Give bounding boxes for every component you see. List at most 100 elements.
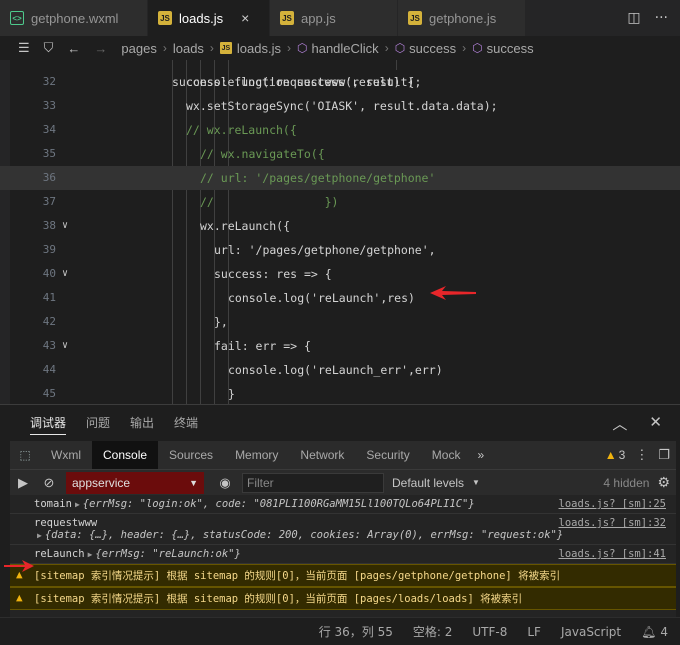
- console-warning-row[interactable]: ▲ [sitemap 索引情况提示] 根据 sitemap 的规则[0]，当前页…: [10, 564, 676, 587]
- more-tabs-icon[interactable]: »: [471, 448, 490, 462]
- tab-getphone-wxml[interactable]: <> getphone.wxml: [0, 0, 148, 36]
- code-line[interactable]: 44 console.log('reLaunch_err',err): [0, 358, 680, 382]
- code-line[interactable]: 36 // url: '/pages/getphone/getphone': [0, 166, 680, 190]
- warning-icon: ▲: [16, 591, 23, 604]
- tab-output[interactable]: 输出: [130, 405, 154, 441]
- code-line[interactable]: 41 console.log('reLaunch',res): [0, 286, 680, 310]
- code-line[interactable]: 32 console.log('requestwww', result);: [0, 70, 680, 94]
- code-line[interactable]: 43 ∨ fail: err => {: [0, 334, 680, 358]
- tab-app-js[interactable]: JS app.js: [270, 0, 398, 36]
- bookmark-icon[interactable]: ⛉: [44, 40, 54, 56]
- warning-icon: ▲: [604, 448, 617, 462]
- tab-network[interactable]: Network: [289, 441, 355, 469]
- back-arrow-icon[interactable]: ←: [67, 41, 80, 56]
- context-select[interactable]: appservice ▼: [66, 471, 204, 494]
- tab-label: getphone.wxml: [31, 10, 119, 26]
- line-number: 32: [42, 75, 56, 88]
- tab-label: loads.js: [179, 10, 224, 26]
- breadcrumb-item[interactable]: pages: [121, 41, 156, 56]
- line-number: 45: [42, 387, 56, 400]
- tab-console[interactable]: Console: [92, 441, 159, 469]
- log-source-link[interactable]: loads.js? [sm]:32: [559, 517, 666, 529]
- console-log-row[interactable]: reLaunch ▶ {errMsg: "reLaunch:ok"} loads.j…: [10, 545, 676, 564]
- fold-chevron-icon[interactable]: ∨: [62, 334, 68, 358]
- expand-triangle-icon[interactable]: ▶: [37, 531, 42, 540]
- gear-icon[interactable]: ⚙: [657, 474, 676, 491]
- tab-wxml[interactable]: Wxml: [40, 441, 92, 469]
- element-picker-icon[interactable]: ⬚: [16, 441, 34, 469]
- code-line[interactable]: 40 ∨ success: res => {: [0, 262, 680, 286]
- breadcrumb-item[interactable]: handleClick: [311, 41, 378, 56]
- log-label: reLaunch: [34, 548, 85, 560]
- console-warning-row[interactable]: ▲ [sitemap 索引情况提示] 根据 sitemap 的规则[0]，当前页…: [10, 587, 676, 610]
- console-log-row[interactable]: requestwww ▶ {data: {…}, header: {…}, sta…: [10, 514, 676, 545]
- panel-tab-bar: 调试器 问题 输出 终端 ︿ ✕: [0, 405, 680, 441]
- fold-chevron-icon[interactable]: ∨: [62, 262, 68, 286]
- encoding[interactable]: UTF-8: [472, 625, 507, 639]
- close-icon[interactable]: ×: [241, 10, 249, 26]
- indentation[interactable]: 空格: 2: [413, 623, 453, 640]
- line-number: 35: [42, 147, 56, 160]
- breadcrumb-item[interactable]: loads.js: [237, 41, 281, 56]
- tab-terminal[interactable]: 终端: [174, 405, 198, 441]
- more-actions-icon[interactable]: ···: [655, 10, 668, 26]
- sidebar-toggle-icon[interactable]: ▶: [10, 475, 36, 491]
- editor-tab-bar: <> getphone.wxml JS loads.js × JS app.js…: [0, 0, 680, 36]
- tab-getphone-js[interactable]: JS getphone.js: [398, 0, 526, 36]
- expand-triangle-icon[interactable]: ▶: [88, 550, 93, 559]
- notifications[interactable]: 🔔︎ 4: [641, 625, 668, 639]
- console-filter-bar: ▶ ⊘ appservice ▼ ◉ Default levels ▼ 4 hi…: [10, 469, 676, 495]
- code-line-partial: success: function success(result) {: [0, 60, 680, 89]
- tab-problems[interactable]: 问题: [86, 405, 110, 441]
- tab-debugger[interactable]: 调试器: [30, 405, 67, 441]
- tab-sources[interactable]: Sources: [158, 441, 224, 469]
- close-panel-icon[interactable]: ✕: [649, 413, 662, 434]
- language-mode[interactable]: JavaScript: [561, 625, 621, 639]
- code-line[interactable]: 34 // wx.reLaunch({: [0, 118, 680, 142]
- split-editor-icon[interactable]: ◫: [627, 10, 640, 26]
- warning-counter[interactable]: ▲ 3: [605, 448, 636, 462]
- code-line[interactable]: 39 url: '/pages/getphone/getphone',: [0, 238, 680, 262]
- cursor-position[interactable]: 行 36，列 55: [319, 623, 393, 640]
- code-line[interactable]: 45}: [0, 382, 680, 404]
- more-vertical-icon[interactable]: ⋮: [635, 447, 648, 463]
- code-line[interactable]: 33 wx.setStorageSync('OIASK', result.data…: [0, 94, 680, 118]
- maximize-panel-icon[interactable]: ︿: [612, 413, 627, 434]
- tab-security[interactable]: Security: [355, 441, 420, 469]
- breadcrumb-item[interactable]: loads: [173, 41, 204, 56]
- wxml-file-icon: <>: [10, 11, 24, 25]
- code-editor[interactable]: success: function success(result) { 32 co…: [0, 60, 680, 404]
- line-ending[interactable]: LF: [527, 625, 541, 639]
- tab-label: getphone.js: [429, 10, 497, 26]
- tab-loads-js[interactable]: JS loads.js ×: [148, 0, 270, 36]
- tab-memory[interactable]: Memory: [224, 441, 289, 469]
- dropdown-arrow-icon: ▼: [472, 478, 480, 487]
- list-icon[interactable]: ☰: [18, 40, 30, 56]
- dock-icon[interactable]: ❐: [658, 447, 670, 463]
- eye-icon[interactable]: ◉: [210, 475, 240, 491]
- tab-mock[interactable]: Mock: [421, 441, 472, 469]
- console-log-row[interactable]: tomain ▶ {errMsg: "login:ok", code: "081PL…: [10, 495, 676, 514]
- fold-chevron-icon[interactable]: ∨: [62, 214, 68, 238]
- tab-label: app.js: [301, 10, 336, 26]
- forward-arrow-icon[interactable]: →: [94, 41, 107, 56]
- code-line[interactable]: 35 // wx.navigateTo({: [0, 142, 680, 166]
- code-text: wx.setStorageSync('OIASK', result.data.d…: [186, 99, 498, 113]
- log-detail: {errMsg: "login:ok", code: "081PLI100RGa…: [82, 498, 475, 510]
- code-line[interactable]: 42},: [0, 310, 680, 334]
- filter-input[interactable]: [242, 472, 384, 493]
- warning-text: [sitemap 索引情况提示] 根据 sitemap 的规则[0]，当前页面 …: [34, 570, 561, 582]
- log-source-link[interactable]: loads.js? [sm]:41: [559, 548, 666, 560]
- console-output[interactable]: tomain ▶ {errMsg: "login:ok", code: "081PL…: [10, 495, 676, 617]
- log-source-link[interactable]: loads.js? [sm]:25: [559, 498, 666, 510]
- levels-dropdown[interactable]: Default levels ▼: [392, 476, 480, 490]
- code-line[interactable]: 38 ∨ wx.reLaunch({: [0, 214, 680, 238]
- breadcrumb-item[interactable]: success: [487, 41, 534, 56]
- clear-console-icon[interactable]: ⊘: [36, 475, 62, 491]
- method-cube-icon: ⬡: [394, 41, 406, 55]
- code-line[interactable]: 37 // }): [0, 190, 680, 214]
- warning-text: [sitemap 索引情况提示] 根据 sitemap 的规则[0]，当前页面 …: [34, 593, 523, 605]
- log-detail: {errMsg: "reLaunch:ok"}: [95, 548, 241, 560]
- expand-triangle-icon[interactable]: ▶: [75, 500, 80, 509]
- breadcrumb-item[interactable]: success: [409, 41, 456, 56]
